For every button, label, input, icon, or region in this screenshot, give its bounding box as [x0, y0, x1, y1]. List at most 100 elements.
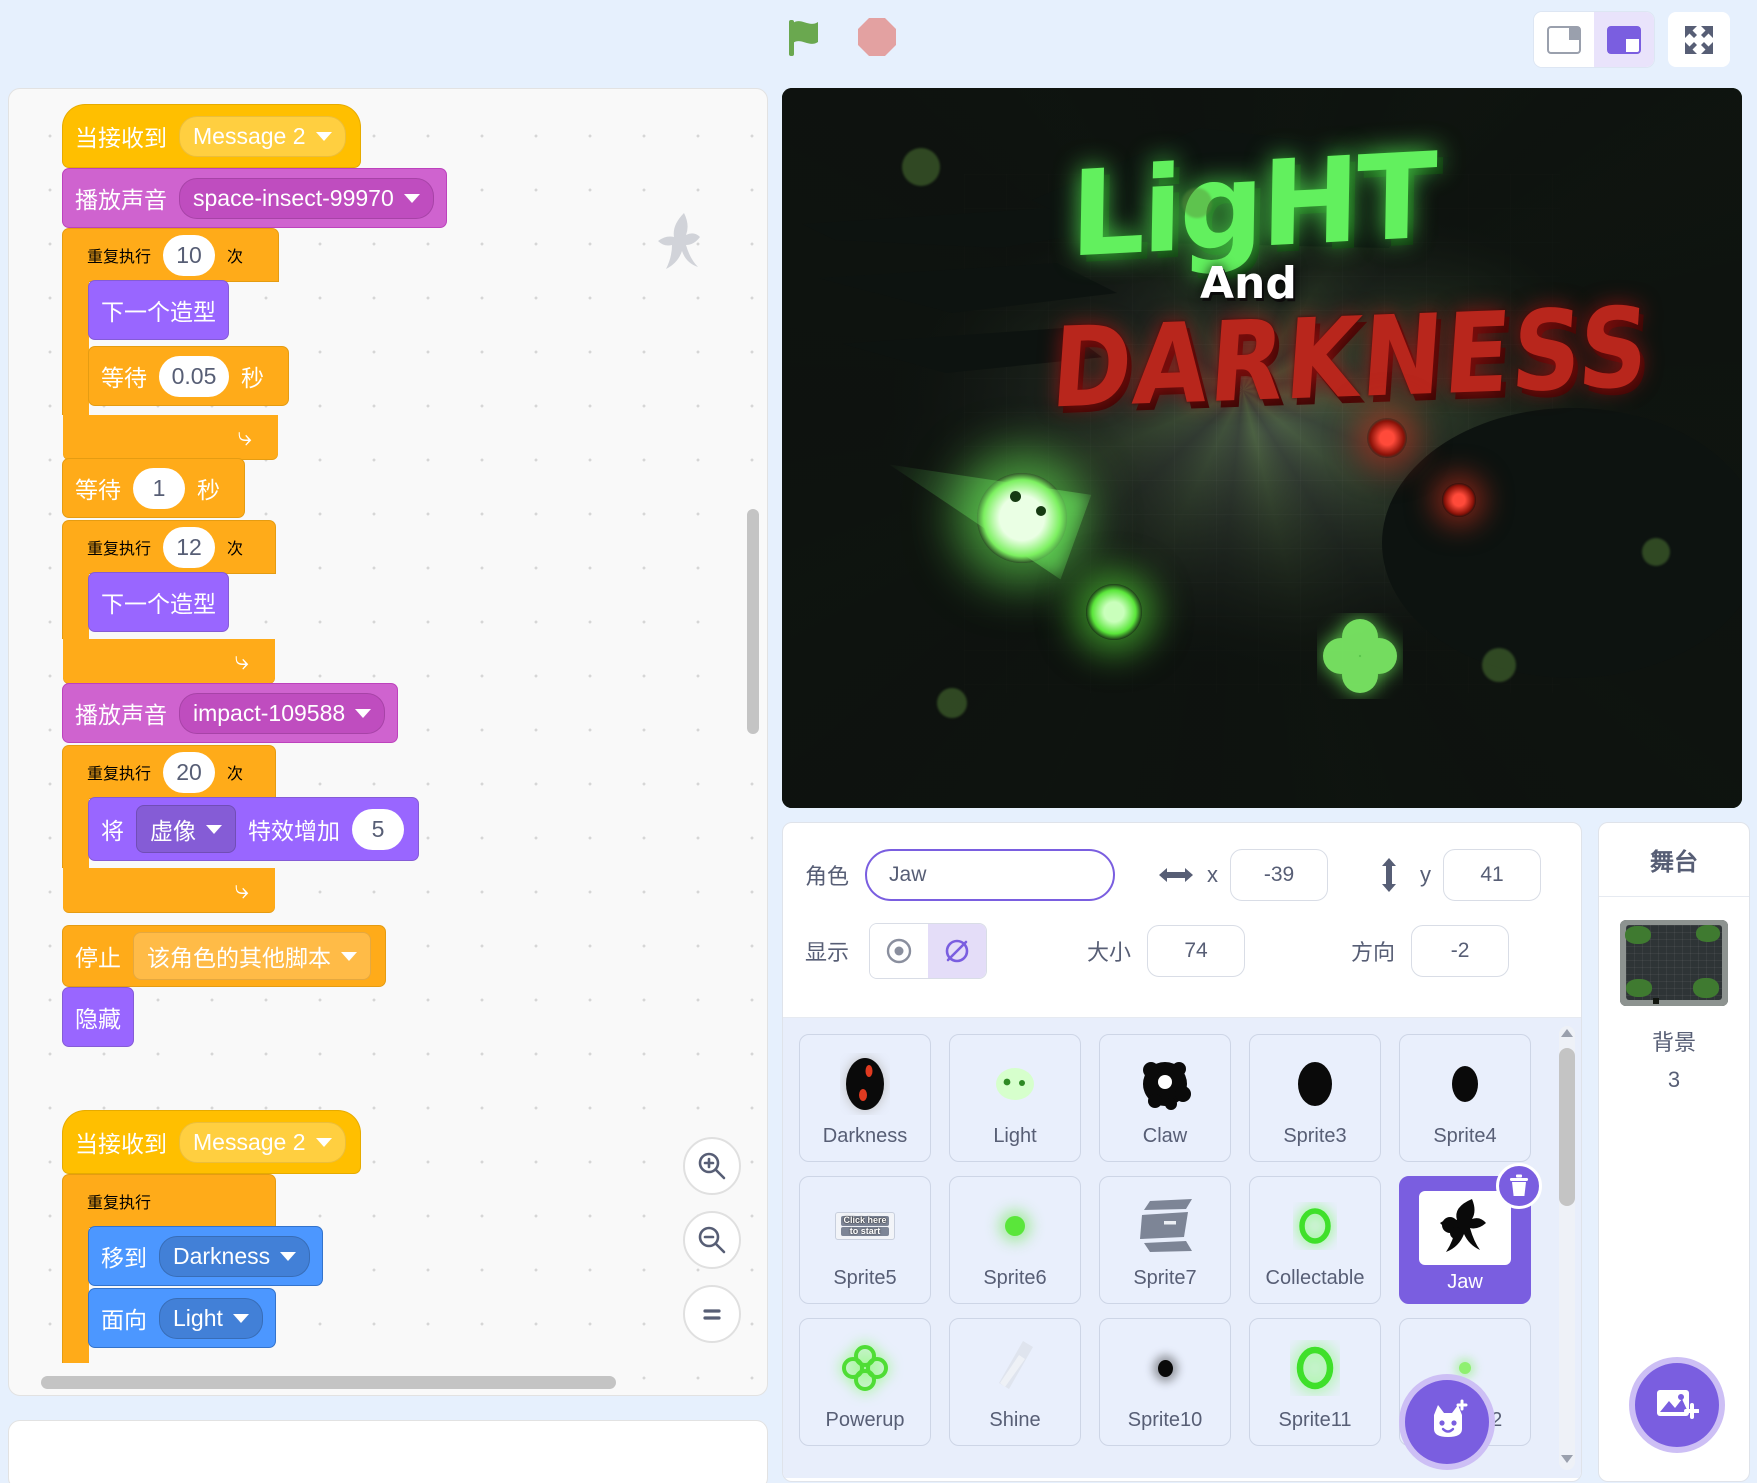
- small-stage-button[interactable]: [1534, 12, 1594, 67]
- repeat-header[interactable]: 重复执行 20 次: [63, 746, 275, 798]
- message-dropdown-2[interactable]: Message 2: [179, 1121, 346, 1163]
- light-sprite[interactable]: [977, 473, 1067, 563]
- powerup-sprite[interactable]: [1317, 613, 1403, 699]
- sprite-card-collectable[interactable]: Collectable: [1249, 1176, 1381, 1304]
- sound-dropdown-2[interactable]: impact-109588: [179, 692, 386, 734]
- stop-target-dropdown[interactable]: 该角色的其他脚本: [133, 932, 371, 980]
- repeat-header[interactable]: 重复执行 10 次: [63, 229, 278, 281]
- message-dropdown-1[interactable]: Message 2: [179, 115, 346, 157]
- sprite-card-sprite6[interactable]: Sprite6: [949, 1176, 1081, 1304]
- block-when-receive-1[interactable]: 当接收到 Message 2: [63, 105, 360, 167]
- block-play-sound-2[interactable]: 播放声音 impact-109588: [63, 684, 398, 742]
- block-stop[interactable]: 停止 该角色的其他脚本: [63, 926, 385, 986]
- sprite-thumbnail: [822, 1333, 908, 1403]
- repeat-header[interactable]: 重复执行 12 次: [63, 521, 275, 573]
- sprite-size-label: 大小: [1087, 940, 1132, 965]
- decor-blob: [1642, 538, 1670, 566]
- sprite-info-row-2: 显示 大小 方向: [805, 923, 1559, 979]
- zoom-out-button[interactable]: [683, 1211, 741, 1269]
- chevron-down-icon: [315, 131, 332, 141]
- stage-thumbnail-card[interactable]: [1616, 915, 1732, 1011]
- sprite-direction-input[interactable]: [1411, 925, 1510, 977]
- light-sprite-eye: [1010, 491, 1021, 502]
- sprite-list[interactable]: Darkness Light Claw Sprite3 Sprite4 Clic…: [783, 1018, 1581, 1478]
- block-goto-darkness[interactable]: 移到 Darkness: [89, 1227, 323, 1285]
- stage-view[interactable]: LigHT And DARKNESS: [782, 88, 1742, 808]
- sprite-card-darkness[interactable]: Darkness: [799, 1034, 931, 1162]
- workspace-vertical-scrollbar[interactable]: [747, 509, 759, 734]
- effect-dropdown[interactable]: 虚像: [136, 805, 236, 853]
- block-point-towards-light[interactable]: 面向 Light: [89, 1289, 275, 1347]
- add-sprite-button[interactable]: [1399, 1374, 1495, 1470]
- block-label: 重复执行: [87, 766, 152, 783]
- block-play-sound-1[interactable]: 播放声音 space-insect-99970: [63, 169, 446, 227]
- block-next-costume-1[interactable]: 下一个造型: [89, 281, 228, 339]
- sprite-y-input[interactable]: [1443, 849, 1542, 901]
- block-label: 当接收到: [75, 125, 167, 151]
- block-next-costume-2[interactable]: 下一个造型: [89, 573, 228, 631]
- stage-selector-panel: 舞台 背景 3: [1598, 822, 1750, 1482]
- x-label: x: [1207, 862, 1219, 887]
- stage-layout-group: [1534, 12, 1654, 67]
- forever-header[interactable]: 重复执行: [63, 1175, 275, 1227]
- wait-seconds-input[interactable]: 0.05: [159, 355, 229, 397]
- effect-amount-input[interactable]: 5: [352, 808, 404, 850]
- stop-button[interactable]: [854, 14, 900, 60]
- sprite-card-jaw[interactable]: Jaw: [1399, 1163, 1542, 1304]
- sprite-visibility-label: 显示: [805, 940, 850, 965]
- block-when-receive-2[interactable]: 当接收到 Message 2: [63, 1111, 360, 1173]
- loop-arrow-icon: ⤶: [234, 874, 249, 904]
- sprite-thumbnail: [1272, 1333, 1358, 1403]
- sprite-card-sprite5[interactable]: Click here to start Sprite5: [799, 1176, 931, 1304]
- delete-sprite-button[interactable]: [1496, 1163, 1542, 1209]
- sprite-card-powerup[interactable]: Powerup: [799, 1318, 931, 1446]
- block-wait-005[interactable]: 等待 0.05 秒: [89, 347, 288, 405]
- darkness-sprite[interactable]: [1367, 418, 1407, 458]
- repeat-count-input[interactable]: 20: [163, 751, 216, 793]
- scroll-up-icon[interactable]: [1558, 1024, 1576, 1042]
- code-workspace[interactable]: 当接收到 Message 2 播放声音 space-insect-99970 重…: [8, 88, 768, 1396]
- show-sprite-button[interactable]: [870, 924, 929, 978]
- sprite-card-shine[interactable]: Shine: [949, 1318, 1081, 1446]
- sprite-name-input[interactable]: [865, 849, 1116, 901]
- large-stage-button[interactable]: [1594, 12, 1654, 67]
- dropdown-value: Message 2: [193, 122, 306, 149]
- top-toolbar: [0, 0, 1757, 80]
- sprite-card-sprite10[interactable]: Sprite10: [1099, 1318, 1231, 1446]
- repeat-count-input[interactable]: 12: [163, 526, 216, 568]
- sprite-x-input[interactable]: [1230, 849, 1329, 901]
- fullscreen-button[interactable]: [1668, 12, 1730, 67]
- sprite-card-light[interactable]: Light: [949, 1034, 1081, 1162]
- sprite-green-dot[interactable]: [1086, 584, 1142, 640]
- sprite-name-label: 角色: [805, 864, 850, 889]
- add-backdrop-button[interactable]: [1629, 1357, 1725, 1453]
- workspace-horizontal-scrollbar[interactable]: [41, 1376, 616, 1389]
- sprite-list-scrollbar[interactable]: [1559, 1048, 1575, 1206]
- forever-arm: [63, 1227, 89, 1363]
- green-flag-button[interactable]: [780, 14, 826, 60]
- sprite-card-claw[interactable]: Claw: [1099, 1034, 1231, 1162]
- repeat-count-input[interactable]: 10: [163, 234, 216, 276]
- block-wait-1[interactable]: 等待 1 秒: [63, 459, 244, 517]
- chevron-down-icon: [341, 951, 357, 961]
- repeat-arm: [63, 573, 89, 639]
- sprite-card-sprite11[interactable]: Sprite11: [1249, 1318, 1381, 1446]
- sound-dropdown-1[interactable]: space-insect-99970: [179, 177, 434, 219]
- hide-sprite-button[interactable]: [928, 924, 987, 978]
- block-change-effect[interactable]: 将 虚像 特效增加 5: [89, 798, 418, 860]
- repeat-footer: ⤶: [63, 415, 278, 459]
- point-target-dropdown[interactable]: Light: [159, 1297, 263, 1339]
- zoom-in-button[interactable]: [683, 1137, 741, 1195]
- block-hide[interactable]: 隐藏: [63, 988, 133, 1046]
- darkness-sprite[interactable]: [1442, 483, 1476, 517]
- zoom-reset-button[interactable]: [683, 1285, 741, 1343]
- sprite-card-sprite7[interactable]: Sprite7: [1099, 1176, 1231, 1304]
- repeat-arm: [63, 798, 89, 868]
- block-label: 下一个造型: [101, 591, 216, 617]
- sprite-card-sprite4[interactable]: Sprite4: [1399, 1034, 1531, 1162]
- sprite-card-sprite3[interactable]: Sprite3: [1249, 1034, 1381, 1162]
- wait-seconds-input-2[interactable]: 1: [133, 467, 185, 509]
- goto-target-dropdown[interactable]: Darkness: [159, 1235, 311, 1277]
- scroll-down-icon[interactable]: [1558, 1450, 1576, 1468]
- sprite-size-input[interactable]: [1147, 925, 1246, 977]
